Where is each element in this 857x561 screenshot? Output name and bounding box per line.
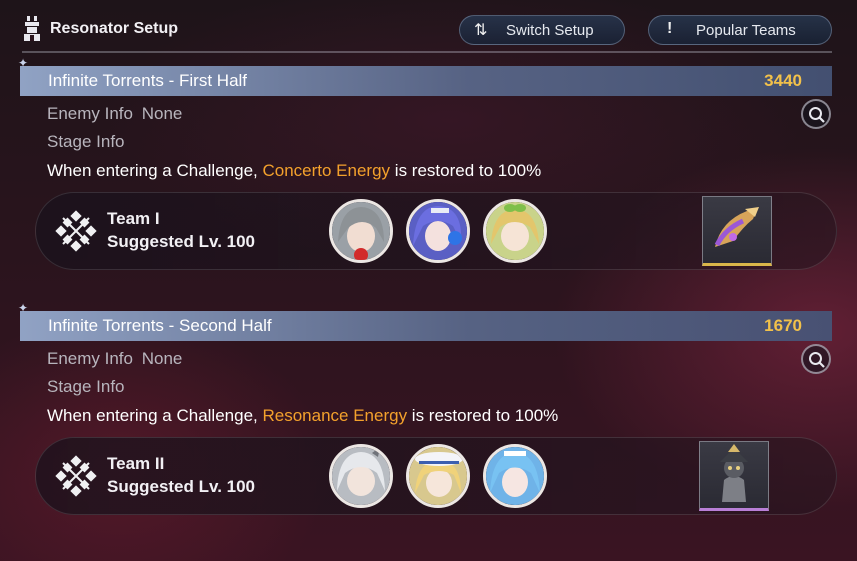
enemy-search-button[interactable]: [801, 99, 831, 129]
switch-setup-button[interactable]: ⇅ Switch Setup: [459, 15, 625, 45]
section-title: Infinite Torrents - Second Half: [48, 316, 272, 335]
team-emblem-icon: [55, 455, 97, 497]
enemy-info-row: Enemy Info None: [47, 349, 182, 369]
challenge-section-second-half: ✦ Infinite Torrents - Second Half 1670 E…: [18, 301, 837, 521]
enemy-info-value: None: [141, 104, 183, 123]
sparkle-icon: ✦: [18, 56, 29, 70]
white-haired-resonator-portrait[interactable]: [329, 444, 393, 508]
challenge-highlight: Resonance Energy: [262, 406, 408, 425]
page-title: Resonator Setup: [50, 20, 179, 37]
challenge-description: When entering a Challenge, Resonance Ene…: [47, 406, 558, 426]
popular-teams-button[interactable]: ! Popular Teams: [648, 15, 832, 45]
blue-haired-resonator-portrait[interactable]: [406, 199, 470, 263]
blonde-hat-resonator-portrait[interactable]: [406, 444, 470, 508]
magnifier-icon: [809, 352, 825, 368]
team-suggested-level: Suggested Lv. 100: [107, 477, 256, 496]
challenge-suffix: is restored to 100%: [407, 406, 559, 425]
challenge-section-first-half: ✦ Infinite Torrents - First Half 3440 En…: [18, 56, 837, 276]
swap-arrows-icon: ⇅: [474, 22, 488, 39]
exclamation-icon: !: [667, 20, 673, 37]
section-header: ✦ Infinite Torrents - Second Half 1670: [18, 301, 832, 341]
switch-setup-label: Switch Setup: [506, 22, 594, 39]
enemy-search-button[interactable]: [801, 344, 831, 374]
team-suggested-level: Suggested Lv. 100: [107, 232, 256, 251]
divider: [22, 51, 832, 53]
section-score: 1670: [764, 316, 802, 335]
team-card[interactable]: Team II Suggested Lv. 100: [35, 437, 837, 515]
challenge-highlight: Concerto Energy: [262, 161, 391, 180]
enemy-info-label: Enemy Info: [47, 349, 133, 368]
section-title: Infinite Torrents - First Half: [48, 71, 248, 90]
magnifier-icon: [809, 107, 825, 123]
stage-info-label: Stage Info: [47, 377, 125, 396]
dark-armored-echo-icon: [720, 444, 748, 502]
reward-item[interactable]: [702, 196, 772, 266]
enemy-info-label: Enemy Info: [47, 104, 133, 123]
challenge-prefix: When entering a Challenge,: [47, 406, 263, 425]
blonde-resonator-portrait[interactable]: [483, 199, 547, 263]
team-card[interactable]: Team I Suggested Lv. 100: [35, 192, 837, 270]
challenge-description: When entering a Challenge, Concerto Ener…: [47, 161, 541, 181]
team-emblem-icon: [55, 210, 97, 252]
section-header: ✦ Infinite Torrents - First Half 3440: [18, 56, 832, 96]
golden-horn-echo-icon: [714, 207, 759, 247]
sparkle-icon: ✦: [18, 301, 29, 315]
blue-haired-resonator-portrait[interactable]: [483, 444, 547, 508]
reward-item[interactable]: [699, 441, 769, 511]
team-name: Team I: [107, 209, 160, 228]
challenge-prefix: When entering a Challenge,: [47, 161, 263, 180]
enemy-info-value: None: [141, 349, 183, 368]
enemy-info-row: Enemy Info None: [47, 104, 182, 124]
section-score: 3440: [764, 71, 802, 90]
gray-haired-resonator-portrait[interactable]: [329, 199, 393, 263]
stage-info-label: Stage Info: [47, 132, 125, 151]
top-bar: Resonator Setup ⇅ Switch Setup ! Popular…: [0, 0, 857, 53]
popular-teams-label: Popular Teams: [696, 22, 796, 39]
team-name: Team II: [107, 454, 165, 473]
resonator-icon: [24, 16, 40, 41]
challenge-suffix: is restored to 100%: [390, 161, 542, 180]
